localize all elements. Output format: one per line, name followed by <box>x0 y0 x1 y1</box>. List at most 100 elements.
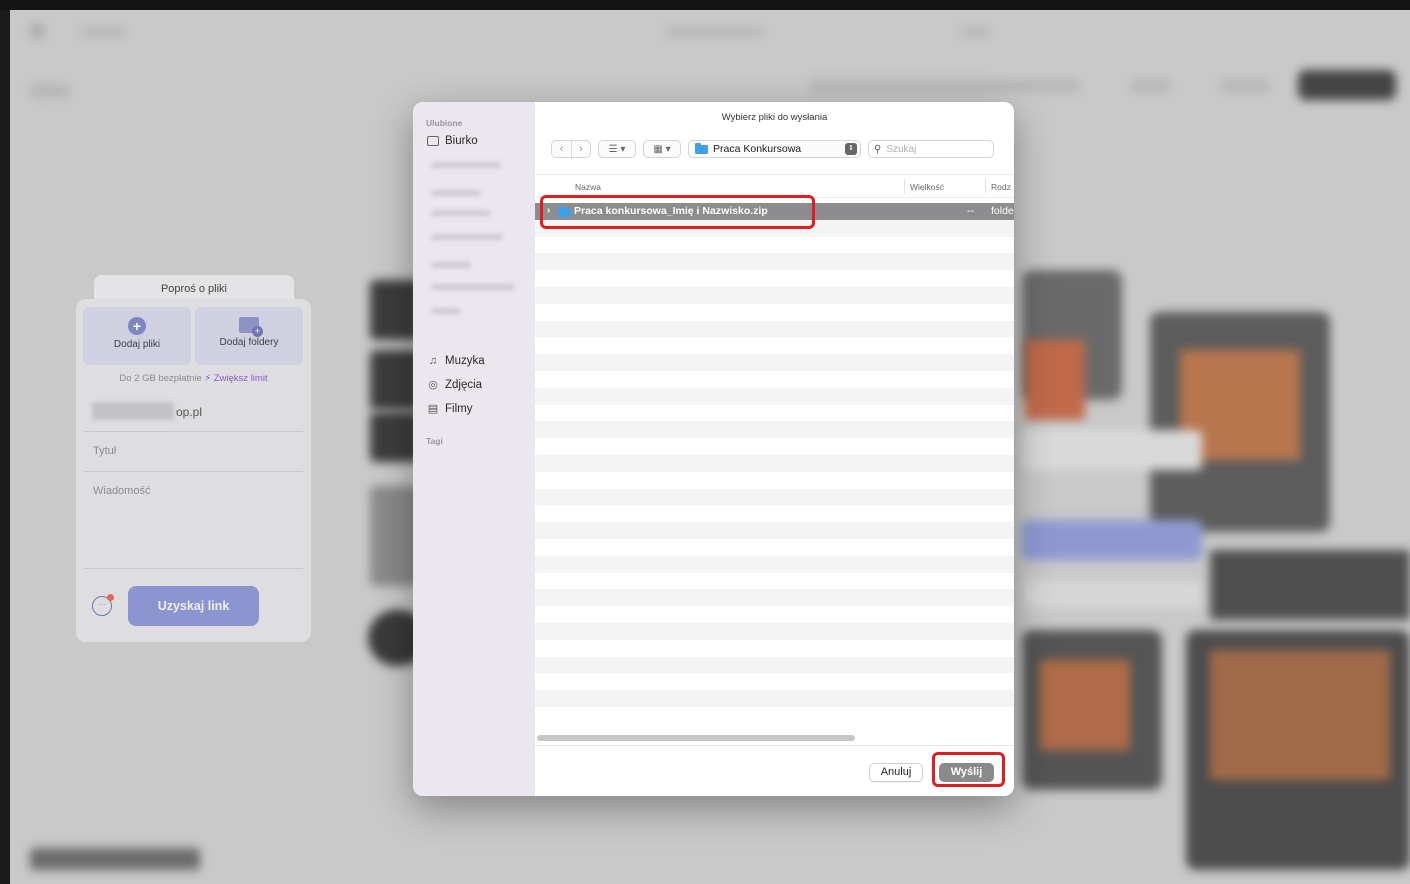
blurred-pricing <box>1220 80 1270 92</box>
blurred-menu <box>810 80 1080 92</box>
limit-note-text: Do 2 GB bezpłatnie <box>119 373 202 384</box>
browser-top-bar <box>0 0 1410 10</box>
column-separator <box>904 179 905 194</box>
folder-icon <box>695 142 708 154</box>
list-item <box>535 387 1014 405</box>
notification-dot <box>107 594 114 601</box>
list-item <box>535 555 1014 573</box>
blurred-sidebar-item <box>431 284 515 290</box>
blurred-url <box>665 28 765 36</box>
blurred-preview-art-5 <box>1210 650 1390 780</box>
favorites-header: Ulubione <box>426 118 463 128</box>
list-item <box>535 690 1014 707</box>
sidebar-item-label: Zdjęcia <box>445 378 483 391</box>
add-files-button[interactable]: + Dodaj pliki <box>83 307 191 365</box>
lightning-icon: ⚡ <box>204 373 212 384</box>
divider <box>84 431 303 432</box>
list-item <box>535 539 1014 556</box>
highlight-box-send-button <box>932 752 1005 787</box>
dialog-sidebar: Ulubione Biurko ♫ Muzyka ◎ Zdjęcia ▤ Fil… <box>413 102 535 796</box>
list-item <box>535 522 1014 539</box>
blurred-nav <box>80 28 126 36</box>
emoji-icon[interactable]: ··· <box>92 594 114 616</box>
blurred-login <box>1130 80 1170 92</box>
list-item <box>535 286 1014 304</box>
grid-view-button[interactable]: ▦ ▾ <box>643 140 681 158</box>
list-item <box>535 505 1014 522</box>
add-folders-button[interactable]: Dodaj foldery <box>195 307 303 365</box>
search-placeholder: Szukaj <box>886 143 917 155</box>
search-input[interactable]: ⚲ Szukaj <box>868 140 994 158</box>
dialog-title: Wybierz pliki do wysłania <box>721 112 828 123</box>
plus-circle-icon: + <box>128 317 146 335</box>
forward-icon[interactable]: › <box>571 141 590 157</box>
divider <box>84 568 303 569</box>
blurred-sidebar-item <box>431 162 501 168</box>
title-field[interactable]: Tytuł <box>93 445 116 457</box>
blurred-sidebar-item <box>431 308 461 314</box>
chevron-updown-icon: ⇕ <box>845 143 857 155</box>
list-view-icon: ☰ ▾ <box>608 143 626 155</box>
blurred-sidebar-item <box>431 262 471 268</box>
blurred-preview-art-1 <box>1025 340 1085 420</box>
dialog-toolbar: ‹ › ☰ ▾ ▦ ▾ Praca Konkursowa ⇕ ⚲ Szukaj <box>551 139 994 159</box>
blurred-accent-bar <box>1022 520 1202 560</box>
blurred-brand <box>30 84 70 98</box>
list-item <box>535 472 1014 489</box>
sidebar-item-music[interactable]: ♫ Muzyka <box>427 355 485 367</box>
column-size[interactable]: Wielkość <box>910 182 944 192</box>
blurred-sidebar-item <box>431 210 491 216</box>
list-item <box>535 673 1014 690</box>
add-folders-label: Dodaj foldery <box>219 337 279 348</box>
music-icon: ♫ <box>428 355 438 367</box>
increase-limit-link[interactable]: Zwiększ limit <box>214 373 268 384</box>
blurred-preview-3 <box>1210 550 1410 620</box>
list-view-button[interactable]: ☰ ▾ <box>598 140 636 158</box>
sidebar-item-label: Muzyka <box>445 355 485 367</box>
column-kind[interactable]: Rodz <box>991 182 1011 192</box>
list-item <box>535 589 1014 607</box>
blurred-sidebar-item <box>431 234 503 240</box>
tags-header: Tagi <box>426 436 443 446</box>
sidebar-item-photos[interactable]: ◎ Zdjęcia <box>427 378 483 392</box>
divider <box>84 471 303 472</box>
blurred-signup-button <box>1298 70 1396 100</box>
message-field[interactable]: Wiadomość <box>93 485 150 497</box>
list-item <box>535 707 1014 724</box>
list-item <box>535 488 1014 506</box>
file-kind: folde <box>991 205 1014 217</box>
list-item <box>535 438 1014 455</box>
cancel-button[interactable]: Anuluj <box>869 763 923 782</box>
horizontal-scrollbar[interactable] <box>537 735 855 741</box>
column-name[interactable]: Nazwa <box>575 182 601 192</box>
desktop-icon <box>427 136 439 146</box>
highlight-box-selected-file <box>540 195 815 229</box>
blurred-footer-brand <box>30 848 200 870</box>
search-icon: ⚲ <box>874 143 882 155</box>
list-item <box>535 573 1014 590</box>
list-item <box>535 405 1014 422</box>
sidebar-item-label: Biurko <box>445 135 478 147</box>
get-link-button[interactable]: Uzyskaj link <box>128 586 259 626</box>
nav-buttons: ‹ › <box>551 140 591 158</box>
file-size: -- <box>967 205 974 217</box>
film-icon: ▤ <box>427 403 439 415</box>
list-item <box>535 606 1014 623</box>
sidebar-item-desktop[interactable]: Biurko <box>427 135 478 147</box>
list-item <box>535 304 1014 321</box>
list-item <box>535 454 1014 472</box>
list-item <box>535 253 1014 271</box>
list-item <box>535 371 1014 388</box>
camera-icon: ◎ <box>428 379 438 391</box>
column-separator <box>985 179 986 194</box>
add-files-label: Dodaj pliki <box>113 339 161 350</box>
back-icon[interactable]: ‹ <box>552 141 571 157</box>
list-item <box>535 237 1014 254</box>
sidebar-item-movies[interactable]: ▤ Filmy <box>427 402 473 416</box>
blurred-sidebar-item <box>431 190 481 196</box>
request-files-tab-label: Poproś o pliki <box>160 283 228 295</box>
email-field[interactable]: op.pl <box>176 405 202 419</box>
list-item <box>535 656 1014 674</box>
location-select[interactable]: Praca Konkursowa ⇕ <box>688 140 861 158</box>
request-files-card: + Dodaj pliki Dodaj foldery Do 2 GB bezp… <box>76 299 311 642</box>
